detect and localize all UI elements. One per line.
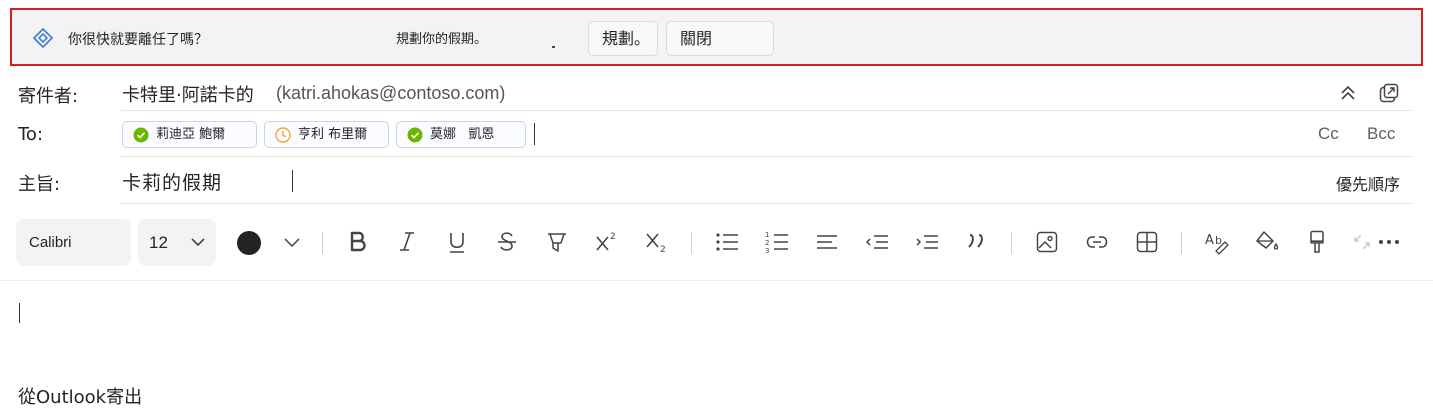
spelling-icon[interactable]: A b [1204,229,1230,255]
expand-icon[interactable] [1352,232,1372,252]
italic-icon[interactable] [394,229,420,255]
insert-picture-icon[interactable] [1034,229,1060,255]
subject-label: 主旨: [18,174,61,195]
vacation-banner: 你很快就要離任了嗎？ 規劃你的假期。 規劃。 關閉 [10,8,1423,66]
toolbar-separator [1181,232,1182,254]
svg-text:A: A [1205,233,1214,248]
toolbar-divider [0,280,1433,281]
bullets-icon[interactable] [714,229,740,255]
subject-caret [292,170,293,192]
bold-icon[interactable] [345,229,371,255]
align-icon[interactable] [814,229,840,255]
recipient-name: 亨利 布里爾 [298,127,368,142]
underline-icon[interactable] [444,229,470,255]
toolbar-separator [1011,232,1012,254]
divider [121,203,1412,204]
font-size-dropdown[interactable]: 12 [138,219,216,266]
recipient-chip[interactable]: 亨利 布里爾 [264,121,389,148]
superscript-icon[interactable]: 2 [594,229,620,255]
banner-dot [552,46,555,48]
highlight-icon[interactable] [544,229,570,255]
close-banner-button[interactable]: 關閉 [666,21,774,56]
recipient-chip[interactable]: 莫娜 凱恩 [396,121,526,148]
banner-secondary-text: 規劃你的假期。 [396,32,488,47]
signature: 從Outlook寄出 [18,387,143,408]
more-icon[interactable] [1377,236,1401,248]
divider [121,110,1412,111]
subscript-icon[interactable]: 2 [644,229,670,255]
recipient-chip[interactable]: 莉迪亞 鮑爾 [122,121,257,148]
toolbar-separator [691,232,692,254]
bcc-button[interactable]: Bcc [1367,124,1395,144]
check-circle-icon [133,127,149,143]
svg-text:2: 2 [660,245,666,255]
cc-button[interactable]: Cc [1318,124,1339,144]
clock-icon [275,127,291,143]
plan-button[interactable]: 規劃。 [588,21,658,56]
from-email[interactable]: (katri.ahokas@contoso.com) [276,83,505,104]
font-name-dropdown[interactable]: Calibri [16,219,131,266]
font-size-value: 12 [149,233,168,252]
decrease-indent-icon[interactable] [864,229,890,255]
from-name: 卡特里·阿諾卡的 [122,85,254,106]
divider [121,156,1412,157]
subject-input[interactable]: 卡莉的假期 [122,168,222,195]
priority-button[interactable]: 優先順序 [1336,171,1400,195]
font-color-dropdown-icon[interactable] [282,236,302,250]
numbering-icon[interactable]: 1 2 3 [764,229,790,255]
svg-text:2: 2 [610,232,616,242]
banner-message: 你很快就要離任了嗎？ [68,32,208,48]
recipient-name: 莉迪亞 鮑爾 [156,127,226,142]
strikethrough-icon[interactable] [494,229,520,255]
increase-indent-icon[interactable] [914,229,940,255]
pop-out-icon[interactable] [1378,82,1400,104]
chevron-down-icon [191,238,205,247]
svg-text:3: 3 [765,247,769,255]
toolbar-separator [322,232,323,254]
collapse-chevrons-icon[interactable] [1337,82,1359,104]
svg-text:b: b [1215,234,1222,247]
link-icon[interactable] [1084,229,1110,255]
svg-text:2: 2 [765,239,769,247]
check-circle-icon [407,127,423,143]
body-caret[interactable] [19,303,20,323]
font-color-swatch-icon[interactable] [236,230,262,256]
fill-color-icon[interactable] [1254,229,1280,255]
to-input-caret[interactable] [534,123,535,145]
plan-diamond-icon [33,28,53,48]
from-label: 寄件者: [18,86,79,107]
format-painter-icon[interactable] [1304,229,1330,255]
svg-text:1: 1 [765,231,769,239]
quote-icon[interactable] [964,229,990,255]
to-label: To: [18,124,44,145]
recipient-name: 莫娜 凱恩 [430,127,495,142]
table-icon[interactable] [1134,229,1160,255]
